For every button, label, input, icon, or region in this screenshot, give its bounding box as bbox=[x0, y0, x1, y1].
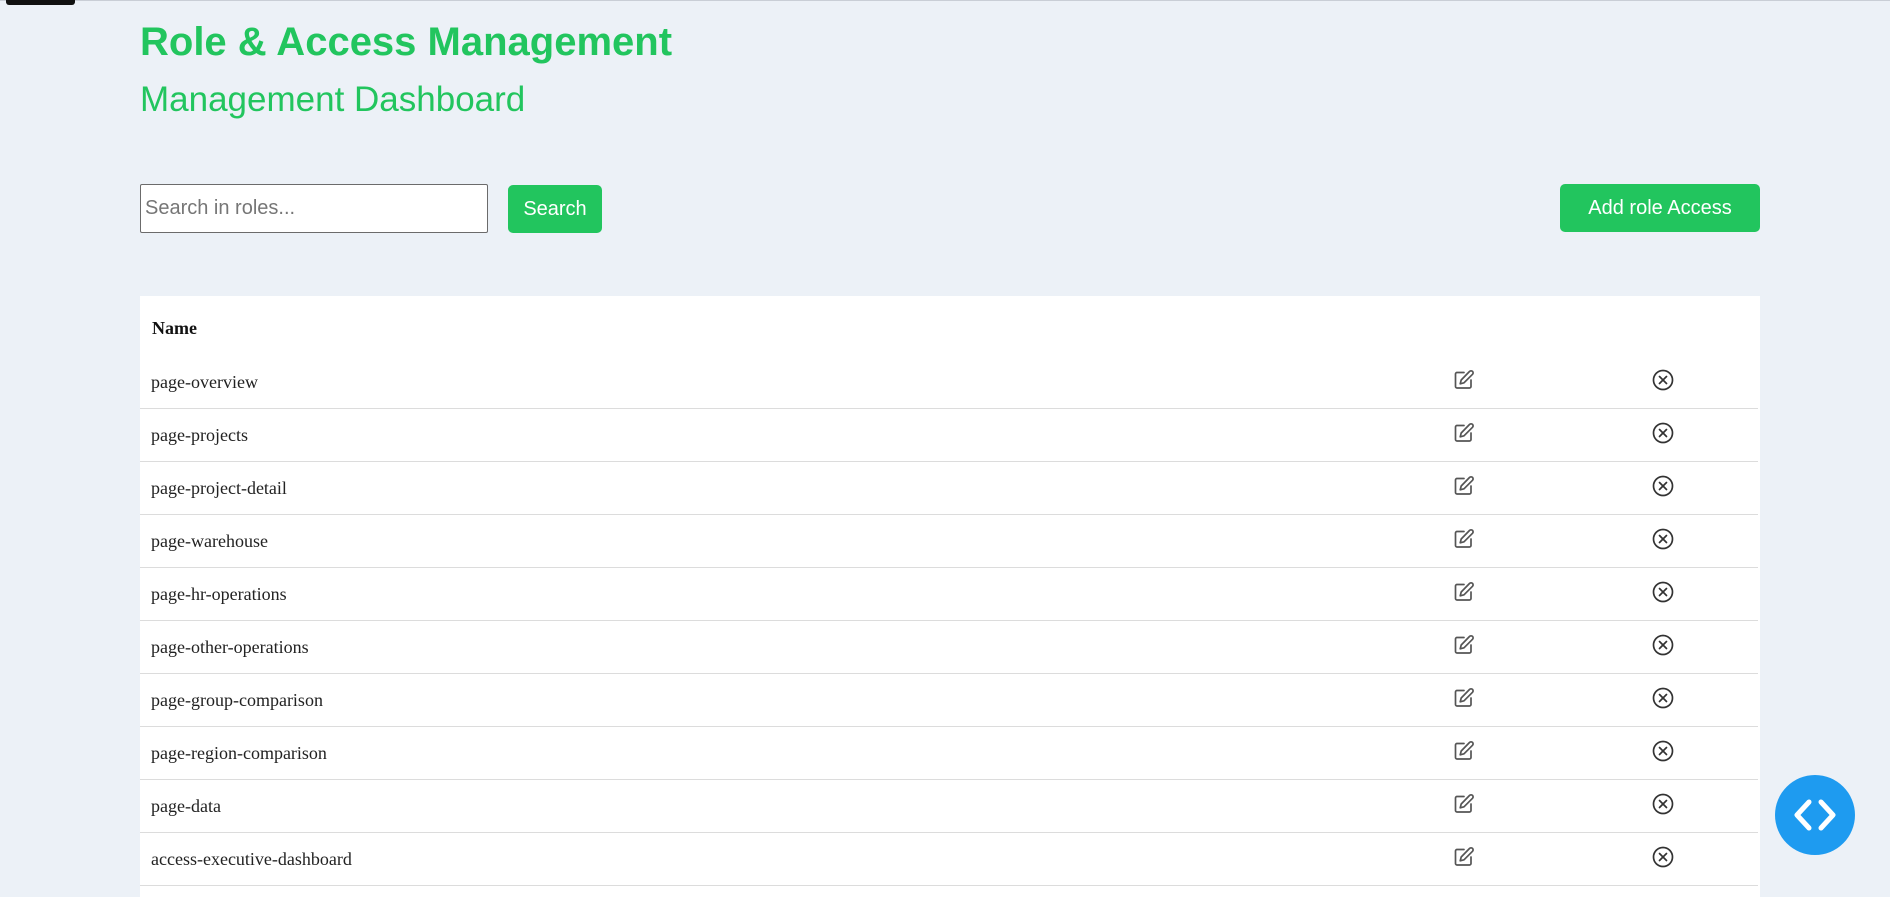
edit-icon[interactable] bbox=[1452, 580, 1476, 604]
table-row: page-data bbox=[140, 779, 1758, 833]
page-subtitle: Management Dashboard bbox=[140, 80, 526, 119]
table-row: page-hr-operations bbox=[140, 567, 1758, 621]
close-circle-icon[interactable] bbox=[1651, 527, 1675, 551]
delete-cell bbox=[1568, 620, 1758, 674]
table-row: page-region-comparison bbox=[140, 726, 1758, 780]
delete-cell bbox=[1568, 885, 1758, 897]
edit-cell bbox=[1360, 673, 1568, 727]
role-name: page-group-comparison bbox=[140, 673, 1360, 727]
table-row: access-executive-dashboard bbox=[140, 832, 1758, 886]
roles-table-card: Name page-overview page-projects page-proj… bbox=[140, 296, 1760, 897]
edit-cell bbox=[1360, 726, 1568, 780]
close-circle-icon[interactable] bbox=[1651, 686, 1675, 710]
table-row: page-other-operations bbox=[140, 620, 1758, 674]
table-body: page-overview page-projects page-project-d… bbox=[140, 356, 1758, 897]
close-circle-icon[interactable] bbox=[1651, 792, 1675, 816]
column-header-edit bbox=[1360, 296, 1568, 356]
role-name: page-data bbox=[140, 779, 1360, 833]
table-row: page-warehouse bbox=[140, 514, 1758, 568]
role-name: page-project-detail bbox=[140, 461, 1360, 515]
role-name: access-executive-dashboard bbox=[140, 832, 1360, 886]
edit-icon[interactable] bbox=[1452, 474, 1476, 498]
role-name: page-other-operations bbox=[140, 620, 1360, 674]
close-circle-icon[interactable] bbox=[1651, 739, 1675, 763]
delete-cell bbox=[1568, 673, 1758, 727]
delete-cell bbox=[1568, 408, 1758, 462]
edit-cell bbox=[1360, 832, 1568, 886]
edit-icon[interactable] bbox=[1452, 527, 1476, 551]
table-row: page-project-detail bbox=[140, 461, 1758, 515]
code-brackets-icon bbox=[1794, 799, 1836, 831]
top-tab-marker bbox=[6, 0, 75, 5]
edit-cell bbox=[1360, 408, 1568, 462]
edit-cell bbox=[1360, 885, 1568, 897]
search-input[interactable] bbox=[140, 184, 488, 233]
edit-cell bbox=[1360, 620, 1568, 674]
role-name: page-projects bbox=[140, 408, 1360, 462]
delete-cell bbox=[1568, 726, 1758, 780]
role-name: page-region-comparison bbox=[140, 726, 1360, 780]
delete-cell bbox=[1568, 356, 1758, 409]
table-row: page-overview bbox=[140, 356, 1758, 409]
add-role-access-button[interactable]: Add role Access bbox=[1560, 184, 1760, 232]
table-header-row: Name bbox=[140, 296, 1758, 356]
close-circle-icon[interactable] bbox=[1651, 421, 1675, 445]
code-toggle-button[interactable] bbox=[1775, 775, 1855, 855]
edit-icon[interactable] bbox=[1452, 368, 1476, 392]
roles-table: Name page-overview page-projects page-proj… bbox=[140, 296, 1758, 897]
table-row: page-projects bbox=[140, 408, 1758, 462]
close-circle-icon[interactable] bbox=[1651, 474, 1675, 498]
role-name: page-overview bbox=[140, 356, 1360, 409]
edit-icon[interactable] bbox=[1452, 421, 1476, 445]
close-circle-icon[interactable] bbox=[1651, 580, 1675, 604]
table-row: access-sap-success-factor bbox=[140, 885, 1758, 897]
close-circle-icon[interactable] bbox=[1651, 633, 1675, 657]
column-header-delete bbox=[1568, 296, 1758, 356]
role-name: page-warehouse bbox=[140, 514, 1360, 568]
page-title: Role & Access Management bbox=[140, 20, 673, 64]
role-name: page-hr-operations bbox=[140, 567, 1360, 621]
edit-cell bbox=[1360, 514, 1568, 568]
edit-icon[interactable] bbox=[1452, 633, 1476, 657]
column-header-name: Name bbox=[152, 317, 197, 338]
table-row: page-group-comparison bbox=[140, 673, 1758, 727]
delete-cell bbox=[1568, 567, 1758, 621]
edit-icon[interactable] bbox=[1452, 845, 1476, 869]
delete-cell bbox=[1568, 461, 1758, 515]
edit-cell bbox=[1360, 779, 1568, 833]
edit-cell bbox=[1360, 461, 1568, 515]
edit-icon[interactable] bbox=[1452, 739, 1476, 763]
role-name: access-sap-success-factor bbox=[140, 885, 1360, 897]
delete-cell bbox=[1568, 779, 1758, 833]
edit-cell bbox=[1360, 567, 1568, 621]
close-circle-icon[interactable] bbox=[1651, 368, 1675, 392]
delete-cell bbox=[1568, 832, 1758, 886]
edit-cell bbox=[1360, 356, 1568, 409]
close-circle-icon[interactable] bbox=[1651, 845, 1675, 869]
edit-icon[interactable] bbox=[1452, 686, 1476, 710]
top-border bbox=[0, 0, 1890, 1]
search-button[interactable]: Search bbox=[508, 185, 602, 233]
delete-cell bbox=[1568, 514, 1758, 568]
edit-icon[interactable] bbox=[1452, 792, 1476, 816]
